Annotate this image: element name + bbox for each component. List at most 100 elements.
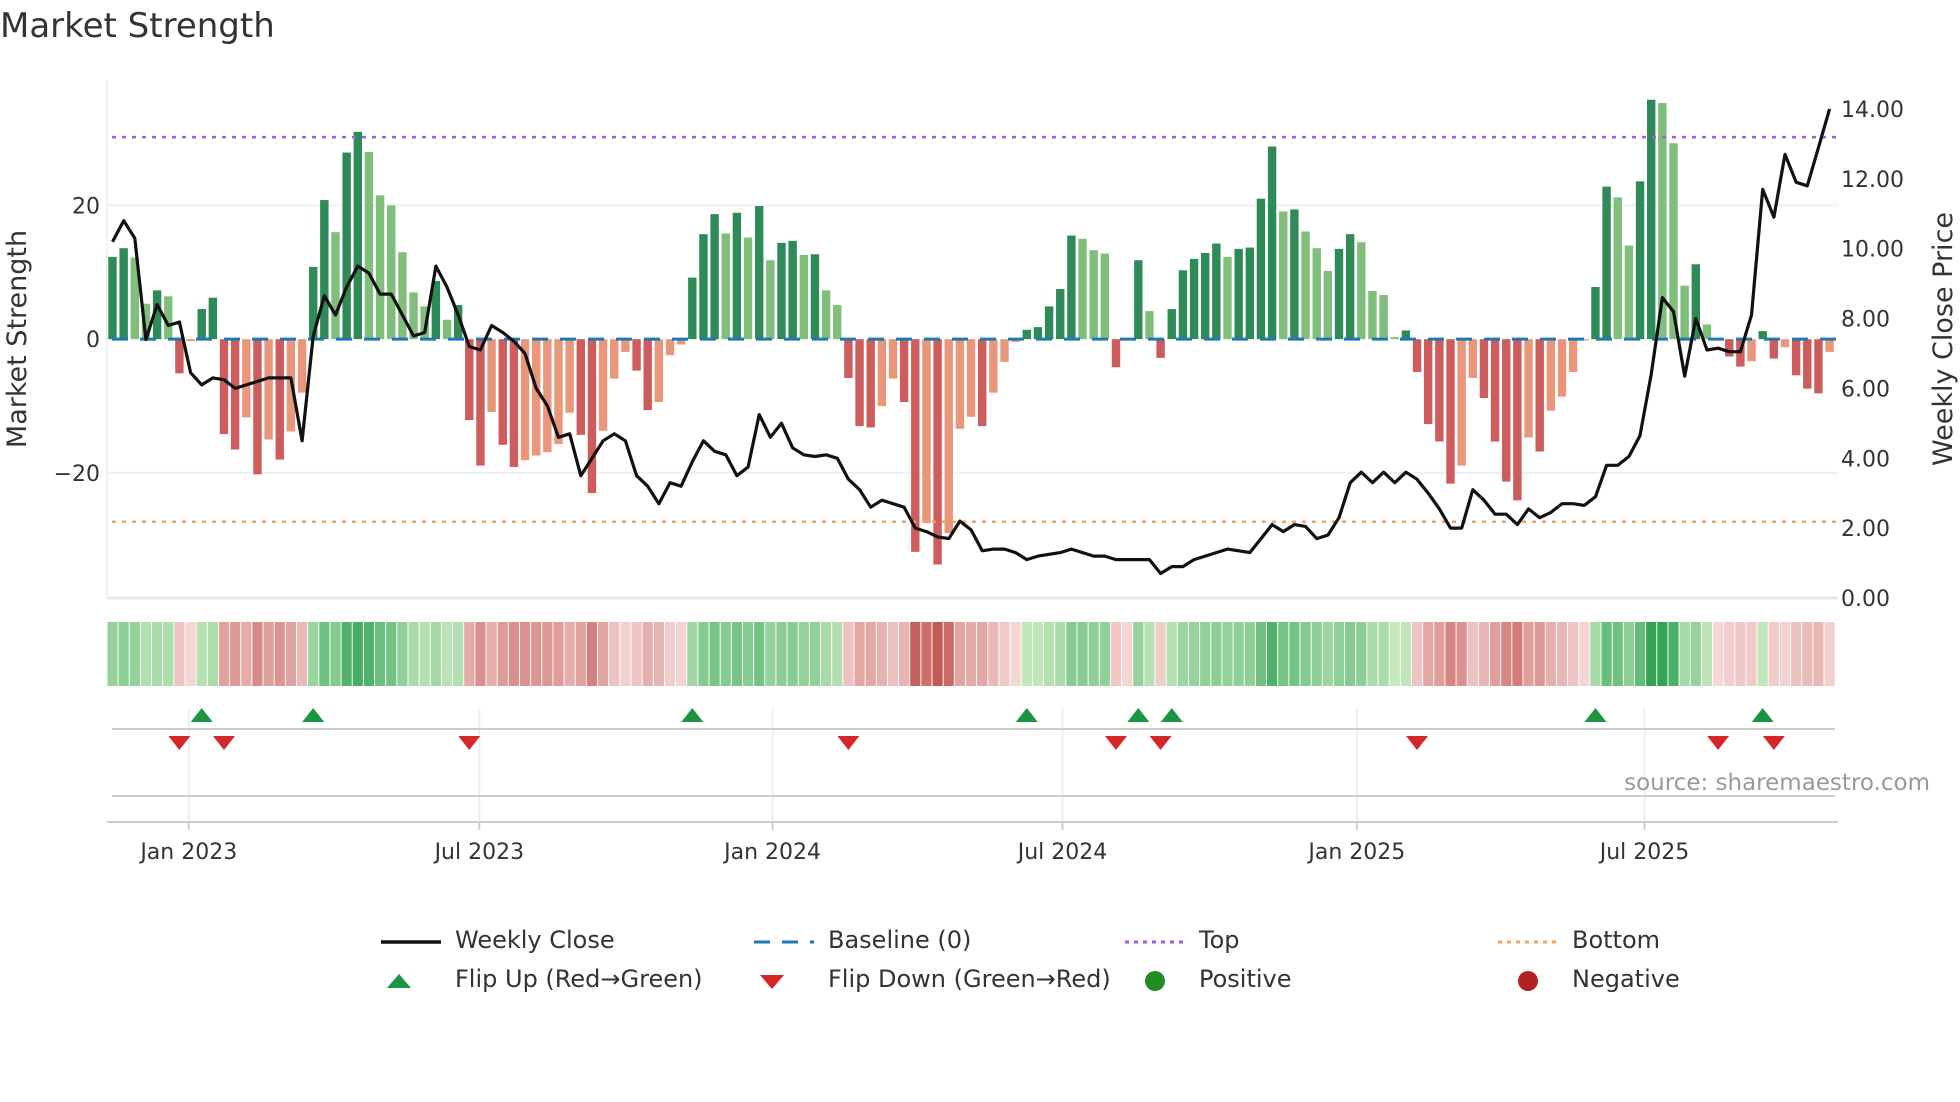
strength-bar	[1234, 248, 1243, 340]
y2-tick-label: 10.00	[1841, 238, 1904, 263]
y2-tick-label: 12.00	[1841, 168, 1904, 193]
strength-bar	[1624, 245, 1634, 340]
strength-bar	[186, 339, 195, 342]
flip-up-marker	[1015, 708, 1038, 722]
strength-heat-cell	[553, 622, 564, 686]
flip-up-marker	[302, 708, 325, 722]
strength-heat-cell	[296, 622, 308, 686]
flip-down-marker	[837, 736, 860, 750]
strength-heat-cell	[1222, 622, 1233, 686]
strength-bar	[665, 339, 675, 356]
strength-bar	[1267, 146, 1277, 340]
strength-bar	[899, 339, 909, 403]
strength-heat-cell	[1411, 622, 1423, 686]
strength-bar	[610, 339, 619, 379]
x-tick-label: Jan 2023	[138, 840, 237, 865]
strength-heat-cell	[218, 622, 230, 686]
strength-heat-cell	[1356, 622, 1367, 686]
strength-heat-cell	[1768, 622, 1779, 686]
strength-heat-cell	[954, 622, 965, 686]
strength-bar	[1368, 291, 1377, 340]
y2-tick-label: 0.00	[1841, 587, 1890, 612]
y-tick-label: 20	[72, 194, 100, 219]
strength-bar	[1424, 339, 1433, 425]
strength-bar	[788, 240, 797, 340]
strength-bar	[732, 212, 742, 340]
flip-down-marker	[1406, 736, 1429, 750]
strength-heat-cell	[821, 622, 832, 686]
strength-heat-cell	[854, 622, 865, 686]
strength-bar	[1635, 181, 1645, 340]
strength-bar	[1780, 339, 1790, 348]
strength-heat-cell	[375, 622, 386, 686]
strength-heat-cell	[1467, 622, 1478, 686]
flip-up-marker	[1584, 708, 1607, 722]
strength-heat-cell	[1601, 622, 1612, 686]
strength-heat-cell	[1311, 622, 1322, 686]
strength-heat-cell	[1690, 622, 1701, 686]
strength-bar	[1056, 289, 1065, 340]
strength-heat-cell	[921, 622, 932, 686]
strength-heat-cell	[1534, 622, 1545, 686]
strength-bar	[989, 339, 998, 393]
strength-heat-cell	[196, 622, 207, 686]
strength-bar	[1111, 339, 1121, 368]
strength-heat-cell	[441, 622, 453, 686]
strength-bar	[1334, 248, 1344, 340]
strength-heat-cell	[1802, 622, 1813, 686]
x-tick-label: Jan 2024	[722, 840, 821, 865]
strength-bar	[320, 200, 329, 340]
strength-heat-cell	[687, 622, 698, 686]
strength-bar	[922, 339, 931, 524]
strength-bar	[1524, 339, 1533, 438]
y2-tick-label: 14.00	[1841, 98, 1904, 123]
strength-bar	[632, 339, 641, 371]
strength-heat-cell	[1010, 622, 1021, 686]
flip-down-marker	[1149, 736, 1172, 750]
strength-bar	[197, 309, 206, 340]
strength-bar	[710, 214, 719, 340]
strength-bar	[810, 254, 820, 340]
market-strength-chart: 20 0 −20 0.00 2.00 4.00 6.00 8.00 10.00 12.00 14.0…	[2, 81, 1959, 865]
strength-bar	[230, 339, 240, 450]
strength-bar	[1490, 339, 1500, 442]
strength-bar	[1000, 339, 1009, 362]
strength-heat-cell	[754, 622, 765, 686]
strength-heat-cell	[887, 622, 899, 686]
strength-bar	[1223, 256, 1232, 340]
strength-heat-cell	[765, 622, 776, 686]
strength-heat-cell	[843, 622, 854, 686]
strength-heat-cell	[1099, 622, 1110, 686]
strength-bar	[1725, 339, 1734, 357]
strength-bar	[108, 256, 117, 340]
strength-heat-cell	[453, 622, 464, 686]
strength-heat-cell	[899, 622, 910, 686]
strength-bar	[821, 290, 831, 340]
strength-heat-cell	[1813, 622, 1824, 686]
y2-tick-label: 4.00	[1841, 447, 1890, 472]
strength-heat-cell	[1155, 622, 1166, 686]
strength-heat-cell	[419, 622, 430, 686]
strength-bar	[1044, 306, 1054, 340]
strength-heat-cell	[408, 622, 419, 686]
y2-tick-label: 2.00	[1841, 517, 1890, 542]
strength-bar	[1502, 339, 1511, 482]
strength-heat-cell	[1244, 622, 1255, 686]
strength-heat-cell	[598, 622, 609, 686]
strength-bar	[1357, 242, 1366, 340]
strength-heat-cell	[988, 622, 999, 686]
strength-heat-cell	[140, 622, 152, 686]
strength-bar	[955, 339, 965, 429]
flip-up-marker	[681, 708, 704, 722]
strength-heat-cell	[386, 622, 397, 686]
strength-heat-cell	[118, 622, 129, 686]
strength-bar	[342, 152, 351, 340]
strength-bar	[1435, 339, 1444, 442]
source-credit: source: sharemaestro.com	[1624, 770, 1930, 796]
strength-heat-cell	[397, 622, 408, 686]
strength-heat-cell	[642, 622, 653, 686]
strength-heat-cell	[932, 622, 943, 686]
strength-heat-cell	[1490, 622, 1501, 686]
strength-heat-cell	[330, 622, 341, 686]
strength-bar	[297, 339, 307, 393]
